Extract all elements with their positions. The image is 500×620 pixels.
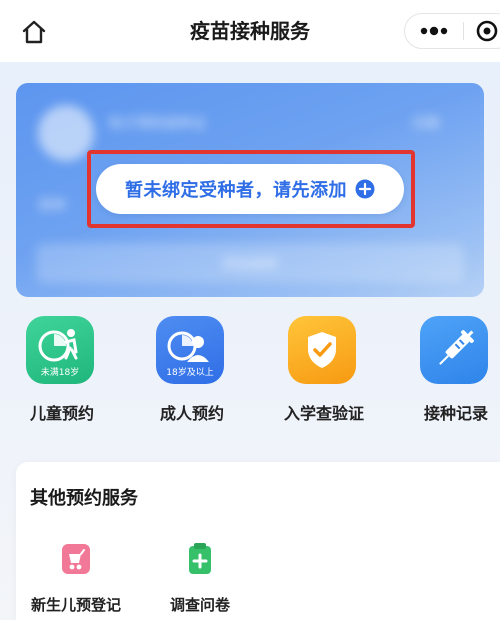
service-child-appointment[interactable]: 未满18岁 儿童预约 (14, 316, 110, 426)
home-icon (22, 20, 46, 44)
adult-age-tag: 18岁及以上 (166, 368, 214, 378)
newborn-preregistration[interactable]: 新生儿预登记 (16, 540, 136, 620)
item-label: 调查问卷 (169, 596, 230, 614)
add-recipient-button[interactable]: 暂未绑定受种者，请先添加 (96, 164, 404, 214)
service-label: 入学查验证 (283, 404, 364, 423)
item-label: 新生儿预登记 (30, 596, 121, 614)
bind-prompt-label: 暂未绑定受种者，请先添加 (125, 180, 347, 201)
school-check-icon (288, 316, 356, 384)
card-left-blurred: 受种 (38, 198, 66, 214)
other-services-panel: 其他预约服务 新生儿预登记 调查问卷 (16, 462, 500, 620)
service-adult-appointment[interactable]: 18岁及以上 成人预约 (144, 316, 240, 426)
questionnaire-icon (189, 543, 211, 574)
card-bottom-blurred: 添加接种 (222, 257, 278, 273)
more-dots-icon (420, 26, 448, 36)
child-icon: 未满18岁 (26, 316, 94, 384)
service-label: 成人预约 (159, 404, 224, 423)
target-close-icon (476, 20, 498, 42)
card-bottom-bar: 添加接种 (36, 243, 464, 283)
syringe-icon (420, 316, 488, 384)
plus-circle-icon (355, 179, 375, 199)
service-label: 儿童预约 (29, 404, 94, 423)
adult-icon: 18岁及以上 (156, 316, 224, 384)
nav-bar: 疫苗接种服务 (0, 0, 500, 62)
avatar (38, 105, 94, 161)
more-button[interactable] (411, 14, 457, 48)
service-label: 接种记录 (423, 404, 488, 423)
card-switch-blurred: 切换 (412, 116, 440, 132)
close-button[interactable] (467, 14, 500, 48)
mini-program-capsule (404, 13, 500, 49)
stroller-icon (62, 544, 90, 574)
home-button[interactable] (20, 18, 48, 46)
child-age-tag: 未满18岁 (40, 368, 80, 378)
capsule-divider (463, 22, 464, 40)
questionnaire[interactable]: 调查问卷 (140, 540, 260, 620)
card-title-blurred: 电子预防接种证 (108, 116, 206, 132)
service-vaccination-record[interactable]: 接种记录 (408, 316, 500, 426)
section-title: 其他预约服务 (30, 488, 138, 509)
service-school-check[interactable]: 入学查验证 (276, 316, 372, 426)
